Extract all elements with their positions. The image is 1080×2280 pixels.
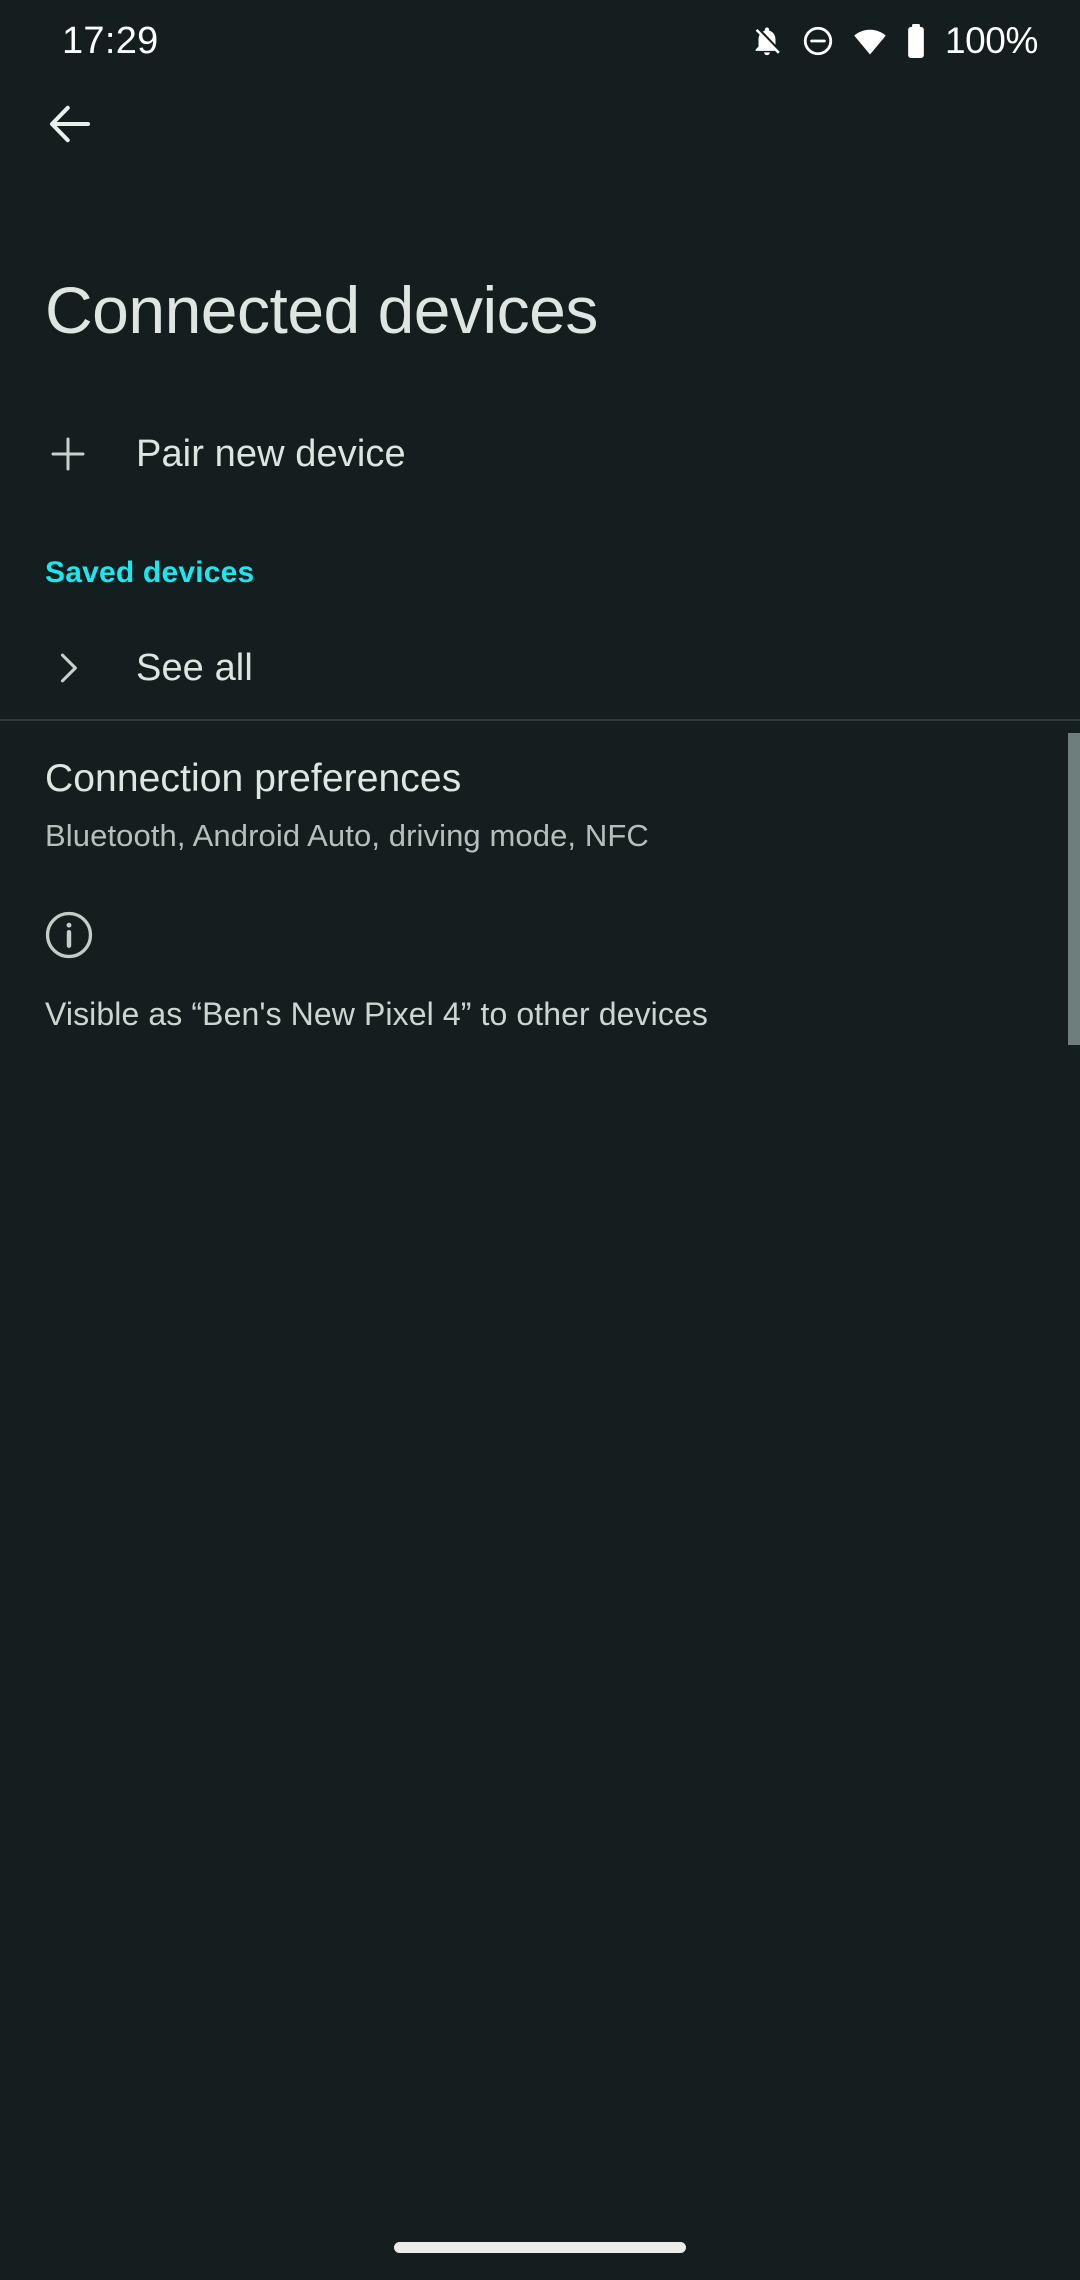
home-indicator[interactable] (394, 2242, 686, 2253)
back-button[interactable] (22, 78, 118, 174)
row-connection-preferences[interactable]: Connection preferences Bluetooth, Androi… (45, 755, 1005, 855)
row-pair-new-device-label: Pair new device (136, 432, 406, 475)
page-title: Connected devices (45, 273, 598, 347)
connection-preferences-subtitle: Bluetooth, Android Auto, driving mode, N… (45, 818, 649, 853)
section-divider (0, 719, 1080, 721)
section-header-saved-devices: Saved devices (45, 556, 255, 589)
battery-percent-label: 100% (944, 20, 1038, 61)
info-icon (41, 907, 97, 963)
device-visibility-text: Visible as “Ben's New Pixel 4” to other … (45, 996, 708, 1032)
battery-full-icon (905, 23, 927, 59)
wifi-icon (852, 23, 888, 59)
status-bar-clock: 17:29 (62, 19, 159, 62)
status-bar-icons: 100% (750, 20, 1038, 62)
status-bar: 17:29 100% (0, 0, 1080, 82)
row-see-all[interactable]: See all (0, 622, 1080, 714)
notifications-off-icon (750, 24, 784, 58)
scrollbar-thumb[interactable] (1068, 733, 1080, 1045)
row-see-all-label: See all (136, 646, 253, 689)
do-not-disturb-icon (801, 24, 835, 58)
chevron-right-icon (0, 646, 136, 690)
row-pair-new-device[interactable]: Pair new device (0, 408, 1080, 500)
scrollbar-track[interactable] (1068, 500, 1080, 1600)
connection-preferences-title: Connection preferences (45, 757, 462, 800)
arrow-back-icon (43, 97, 97, 156)
plus-icon (0, 430, 136, 478)
